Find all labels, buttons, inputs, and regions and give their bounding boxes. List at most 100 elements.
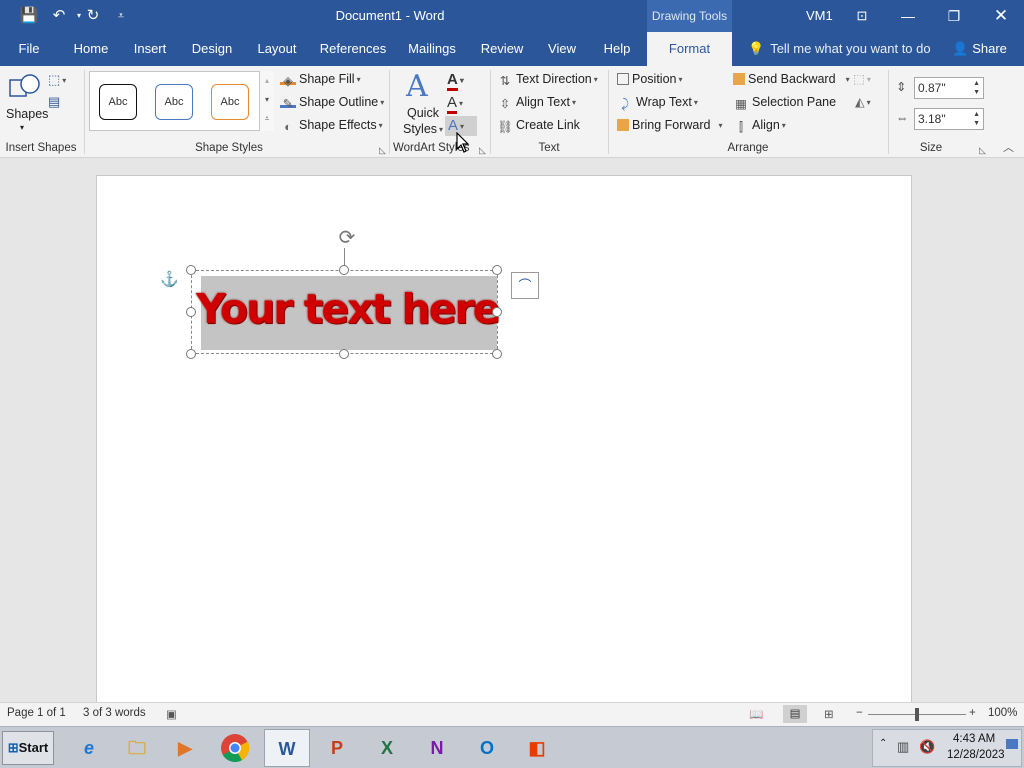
selection-pane-button[interactable]: ▦ Selection Pane (733, 92, 836, 112)
tab-file[interactable]: File (8, 32, 50, 66)
align-text-button[interactable]: ⇳ Align Text ▾ (497, 92, 576, 112)
ribbon-display-icon[interactable]: ⊡ (839, 0, 885, 32)
separator (389, 70, 390, 154)
onenote-icon[interactable]: N (414, 729, 460, 767)
layout-options-icon[interactable]: ⌒ (511, 272, 539, 299)
excel-icon[interactable]: X (364, 729, 410, 767)
shape-styles-launcher-icon[interactable]: ◺ (379, 145, 386, 156)
tab-mailings[interactable]: Mailings (400, 32, 464, 66)
wordart-styles-launcher-icon[interactable]: ◺ (479, 145, 486, 156)
gallery-scroll-down-icon[interactable]: ▾ (259, 90, 274, 109)
text-outline-button[interactable]: A ▾ (447, 93, 463, 114)
read-mode-icon[interactable]: 📖 (749, 707, 763, 721)
zoom-in-icon[interactable]: + (969, 707, 976, 719)
web-layout-icon[interactable]: ⊞ (824, 707, 834, 721)
tab-view[interactable]: View (540, 32, 584, 66)
shape-height-input[interactable]: 0.87" ▲ ▼ (914, 77, 984, 99)
tab-format[interactable]: Format (647, 32, 732, 66)
clock-time[interactable]: 4:43 AM (953, 733, 995, 745)
tab-layout[interactable]: Layout (250, 32, 304, 66)
selection-pane-label: Selection Pane (752, 95, 837, 109)
resize-handle-right[interactable] (492, 307, 502, 317)
height-spin-up-icon[interactable]: ▲ (973, 80, 980, 88)
tab-home[interactable]: Home (64, 32, 118, 66)
powerpoint-icon[interactable]: P (314, 729, 360, 767)
send-backward-button[interactable]: Send Backward ▾ (733, 69, 850, 89)
shape-effects-icon: ◐ (284, 120, 292, 134)
minimize-icon[interactable]: — (885, 0, 931, 32)
office-icon[interactable]: ◧ (514, 729, 560, 767)
resize-handle-bottom-left[interactable] (186, 349, 196, 359)
user-name[interactable]: VM1 (806, 8, 833, 23)
close-icon[interactable]: ✕ (978, 0, 1024, 32)
resize-handle-left[interactable] (186, 307, 196, 317)
tab-design[interactable]: Design (186, 32, 238, 66)
gallery-more-icon[interactable]: ⩡ (259, 109, 274, 131)
show-hidden-icons-icon[interactable]: ⌃ (879, 738, 887, 749)
resize-handle-top-left[interactable] (186, 265, 196, 275)
group-objects-icon[interactable]: ⬚ ▾ (853, 69, 871, 89)
resize-handle-bottom[interactable] (339, 349, 349, 359)
text-box-icon[interactable]: ▤ (48, 92, 60, 112)
bring-forward-button[interactable]: Bring Forward ▾ (617, 115, 723, 135)
shapes-gallery-icon[interactable] (8, 72, 42, 102)
word-count[interactable]: 3 of 3 words (83, 707, 146, 719)
internet-explorer-icon[interactable]: e (66, 729, 112, 767)
proofing-icon[interactable]: ▣ (166, 707, 177, 721)
rotate-objects-icon[interactable]: ◭ ▾ (855, 92, 871, 112)
shape-style-2[interactable]: Abc (155, 84, 193, 120)
show-desktop-icon[interactable] (1006, 739, 1018, 749)
shape-outline-button[interactable]: ✎ Shape Outline ▾ (280, 92, 384, 112)
gallery-scroll-up-icon[interactable]: ▴ (259, 71, 274, 90)
clock-date[interactable]: 12/28/2023 (947, 749, 1005, 761)
zoom-level[interactable]: 100% (988, 707, 1017, 719)
shapes-button[interactable]: Shapes (6, 104, 48, 124)
width-spin-down-icon[interactable]: ▼ (973, 120, 980, 128)
shape-style-1[interactable]: Abc (99, 84, 137, 120)
shape-effects-button[interactable]: ◐ Shape Effects ▾ (280, 115, 382, 135)
position-button[interactable]: Position ▾ (617, 69, 683, 89)
resize-handle-top-right[interactable] (492, 265, 502, 275)
page-count[interactable]: Page 1 of 1 (7, 707, 66, 719)
wrap-text-button[interactable]: ⤸ Wrap Text ▾ (617, 92, 698, 112)
zoom-slider-thumb[interactable] (915, 708, 919, 721)
print-layout-icon[interactable]: ▤ (783, 705, 807, 723)
file-explorer-icon[interactable]: 🗀 (114, 729, 160, 767)
volume-muted-icon[interactable]: 🔇 (919, 739, 935, 755)
tab-references[interactable]: References (316, 32, 390, 66)
create-link-button[interactable]: ⛓ Create Link (497, 115, 580, 135)
tab-review[interactable]: Review (476, 32, 528, 66)
shape-fill-button[interactable]: ◈ Shape Fill ▾ (280, 69, 361, 89)
width-spin-up-icon[interactable]: ▲ (973, 111, 980, 119)
zoom-out-icon[interactable]: − (856, 707, 863, 719)
quick-styles-a-icon[interactable]: A (406, 70, 438, 104)
shapes-dropdown-icon[interactable]: ▾ (20, 118, 24, 138)
network-icon[interactable]: ▥ (897, 739, 909, 755)
start-label: Start (18, 740, 49, 755)
size-launcher-icon[interactable]: ◺ (979, 145, 986, 156)
align-button[interactable]: ⫿ Align ▾ (733, 115, 786, 135)
tab-insert[interactable]: Insert (126, 32, 174, 66)
resize-handle-top[interactable] (339, 265, 349, 275)
chrome-icon[interactable] (212, 729, 258, 767)
resize-handle-bottom-right[interactable] (492, 349, 502, 359)
edit-shape-icon[interactable]: ⬚ ▾ (48, 70, 66, 90)
shape-style-3[interactable]: Abc (211, 84, 249, 120)
quick-styles-button[interactable]: Styles ▾ (403, 119, 443, 139)
media-player-icon[interactable]: ▶ (162, 729, 208, 767)
text-direction-button[interactable]: ⇅ Text Direction ▾ (497, 69, 598, 89)
outlook-icon[interactable]: O (464, 729, 510, 767)
collapse-ribbon-icon[interactable]: ︿ (1003, 138, 1014, 158)
height-spin-down-icon[interactable]: ▼ (973, 89, 980, 97)
rotate-handle-icon[interactable]: ⟳ (335, 226, 359, 250)
document-page[interactable] (96, 175, 912, 705)
word-icon[interactable]: W (264, 729, 310, 767)
tell-me-search[interactable]: 💡 Tell me what you want to do (748, 32, 931, 66)
text-fill-button[interactable]: A ▾ (447, 70, 464, 91)
tab-help[interactable]: Help (596, 32, 638, 66)
start-button[interactable]: ⊞Start (2, 731, 54, 765)
wordart-text[interactable]: Your text here (196, 279, 501, 339)
restore-icon[interactable]: ❐ (931, 0, 977, 32)
shape-width-input[interactable]: 3.18" ▲ ▼ (914, 108, 984, 130)
share-button[interactable]: 👤 Share (952, 32, 1007, 66)
